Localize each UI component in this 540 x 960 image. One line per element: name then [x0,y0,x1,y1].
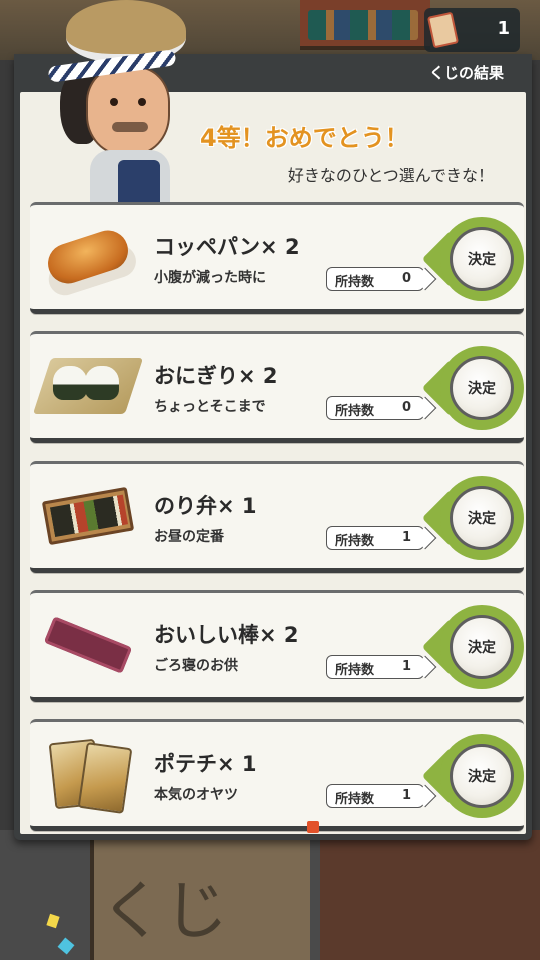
background-door [320,830,540,960]
shopkeeper-character [40,0,190,210]
owned-count-badge: 所持数 1 [326,784,424,808]
eye-icon [138,98,146,106]
prize-row-potechi: ポテチ× 1 本気のオヤツ 所持数 1 決定 [30,719,524,831]
prize-description: ちょっとそこまで [154,399,266,415]
mustache-icon [112,122,148,132]
eye-icon [110,98,118,106]
prize-row-koppepan: コッペパン× 2 小腹が減った時に 所持数 0 決定 [30,202,524,314]
owned-count-badge: 所持数 1 [326,655,424,679]
owned-label: 所持数 [335,534,375,549]
bread-icon [38,215,138,299]
snack-stick-icon [38,603,138,687]
background-sign-text: くじ [100,875,228,949]
decide-control[interactable]: 決定 [421,605,524,689]
decide-button[interactable]: 決定 [450,356,514,420]
owned-label: 所持数 [335,792,375,807]
panel-title: くじの結果 [428,64,504,82]
owned-count: 1 [401,530,411,545]
prize-description: 本気のオヤツ [154,787,238,803]
prize-description: 小腹が減った時に [154,270,266,286]
ticket-count: 1 [497,18,510,39]
prize-name: コッペパン× 2 [154,235,300,259]
prize-name: のり弁× 1 [154,494,257,518]
owned-count: 1 [401,659,411,674]
decide-control[interactable]: 決定 [421,217,524,301]
owned-label: 所持数 [335,663,375,678]
prize-description: お昼の定番 [154,529,224,545]
prize-name: ポテチ× 1 [154,752,257,776]
prize-row-oishii-bou: おいしい棒× 2 ごろ寝のお供 所持数 1 決定 [30,590,524,702]
prize-row-onigiri: おにぎり× 2 ちょっとそこまで 所持数 0 決定 [30,331,524,443]
background-shelf [300,0,430,50]
decide-button[interactable]: 決定 [450,744,514,808]
shopkeeper-face [86,66,170,156]
decide-button[interactable]: 決定 [450,615,514,679]
owned-count: 0 [401,400,411,415]
owned-label: 所持数 [335,275,375,290]
decide-control[interactable]: 決定 [421,734,524,818]
scroll-indicator [307,821,319,833]
prize-name: おにぎり× 2 [154,364,278,388]
owned-label: 所持数 [335,404,375,419]
decide-button[interactable]: 決定 [450,486,514,550]
decide-control[interactable]: 決定 [421,476,524,560]
owned-count-badge: 所持数 0 [326,396,424,420]
onigiri-icon [32,344,144,428]
decide-button[interactable]: 決定 [450,227,514,291]
potato-chips-icon [38,732,138,816]
bento-icon [38,474,138,558]
owned-count-badge: 所持数 0 [326,267,424,291]
owned-count: 1 [401,788,411,803]
result-heading: 4等！おめでとう！ [200,124,409,152]
owned-count: 0 [401,271,411,286]
owned-count-badge: 所持数 1 [326,526,424,550]
result-subtext: 好きなのひとつ選んできな！ [287,166,494,185]
prize-name: おいしい棒× 2 [154,623,299,647]
prize-row-noriben: のり弁× 1 お昼の定番 所持数 1 決定 [30,461,524,573]
decide-control[interactable]: 決定 [421,346,524,430]
prize-description: ごろ寝のお供 [154,658,238,674]
